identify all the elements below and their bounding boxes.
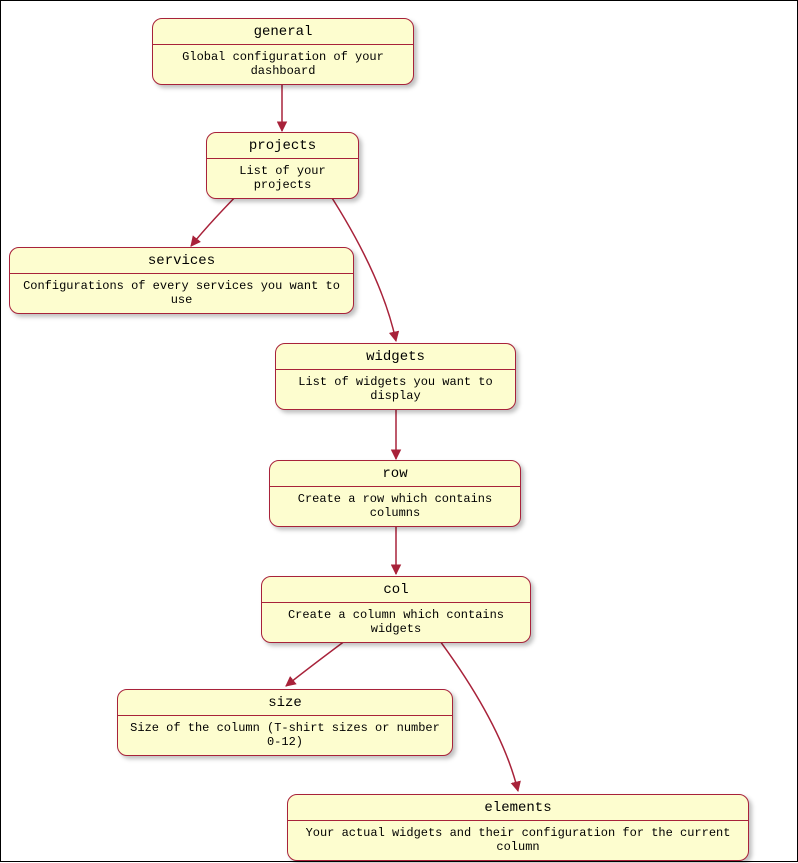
node-desc: Create a row which contains columns	[270, 487, 520, 526]
node-desc: List of widgets you want to display	[276, 370, 515, 409]
node-title: col	[262, 577, 530, 603]
node-desc: Your actual widgets and their configurat…	[288, 821, 748, 860]
node-elements: elements Your actual widgets and their c…	[287, 794, 749, 861]
node-desc: List of your projects	[207, 159, 358, 198]
node-desc: Create a column which contains widgets	[262, 603, 530, 642]
node-projects: projects List of your projects	[206, 132, 359, 199]
node-title: elements	[288, 795, 748, 821]
node-title: services	[10, 248, 353, 274]
node-title: general	[153, 19, 413, 45]
node-col: col Create a column which contains widge…	[261, 576, 531, 643]
node-desc: Size of the column (T-shirt sizes or num…	[118, 716, 452, 755]
diagram-frame: general Global configuration of your das…	[0, 0, 798, 862]
node-general: general Global configuration of your das…	[152, 18, 414, 85]
node-services: services Configurations of every service…	[9, 247, 354, 314]
node-title: row	[270, 461, 520, 487]
node-desc: Global configuration of your dashboard	[153, 45, 413, 84]
node-widgets: widgets List of widgets you want to disp…	[275, 343, 516, 410]
node-desc: Configurations of every services you wan…	[10, 274, 353, 313]
node-size: size Size of the column (T-shirt sizes o…	[117, 689, 453, 756]
node-row: row Create a row which contains columns	[269, 460, 521, 527]
node-title: projects	[207, 133, 358, 159]
node-title: size	[118, 690, 452, 716]
node-title: widgets	[276, 344, 515, 370]
